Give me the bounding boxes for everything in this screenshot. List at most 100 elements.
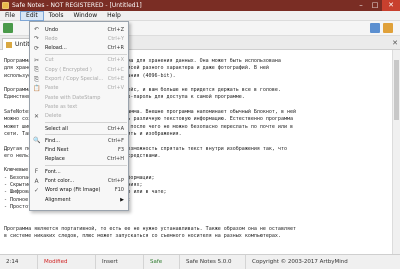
menu-help[interactable]: Help: [102, 11, 126, 21]
menu-item-shortcut: F10: [114, 187, 124, 194]
menu-item-shortcut: Ctrl+P: [107, 178, 124, 184]
menu-item-font-color[interactable]: A Font color... Ctrl+P: [30, 177, 128, 186]
font-color-icon: A: [34, 177, 39, 185]
menu-bar: File Edit Tools Window Help: [0, 10, 400, 21]
menu-item-find[interactable]: 🔍 Find... Ctrl+F: [30, 136, 128, 145]
menu-item-label: Export / Copy Special...: [45, 76, 104, 82]
settings-icon[interactable]: [383, 23, 393, 33]
editor-line: Программа является портативной, то есть …: [4, 225, 296, 232]
menu-item-label: Find Next: [45, 147, 69, 154]
menu-item-shortcut: F3: [117, 147, 124, 154]
minimize-button[interactable]: –: [354, 0, 368, 11]
vertical-scrollbar[interactable]: [392, 50, 400, 254]
delete-icon: ✕: [33, 112, 40, 120]
insert-mode: Insert: [96, 254, 144, 269]
alignment-icon: [33, 196, 40, 203]
close-tab-icon[interactable]: ✕: [391, 39, 399, 47]
menu-file[interactable]: File: [0, 11, 20, 21]
menu-item-shortcut: Ctrl+X: [107, 57, 124, 64]
undo-icon: ↶: [33, 26, 40, 33]
menu-item-shortcut: Ctrl+R: [107, 45, 124, 52]
menu-item-font[interactable]: F Font...: [30, 167, 128, 176]
find-next-icon: [33, 147, 40, 154]
select-all-icon: [33, 125, 40, 132]
new-note-icon[interactable]: [3, 23, 13, 33]
menu-window[interactable]: Window: [68, 11, 102, 21]
menu-item-find-next[interactable]: Find Next F3: [30, 146, 128, 155]
menu-item-undo[interactable]: ↶ Undo Ctrl+Z: [30, 25, 128, 34]
edit-menu-dropdown: ↶ Undo Ctrl+Z ↷ Redo Ctrl+Y ⟳ Reload... Ctrl+R ✂ C…: [29, 21, 129, 211]
menu-item-label: Copy ( Encrypted ): [45, 66, 92, 73]
menu-item-label: Select all: [45, 125, 68, 132]
find-icon: 🔍: [33, 137, 41, 145]
menu-tools[interactable]: Tools: [44, 11, 69, 21]
font-icon: F: [34, 168, 39, 176]
menu-item-shortcut: Ctrl+V: [107, 85, 124, 92]
menu-item-label: Paste with DateStamp: [45, 94, 101, 101]
menu-item-reload[interactable]: ⟳ Reload... Ctrl+R: [30, 44, 128, 53]
scroll-thumb[interactable]: [394, 60, 399, 120]
menu-item-shortcut: Ctrl+A: [107, 125, 124, 132]
replace-icon: [33, 156, 40, 163]
menu-item-paste[interactable]: 📋 Paste Ctrl+V: [30, 84, 128, 93]
menu-item-shortcut: Ctrl+Y: [107, 35, 124, 42]
paste-with-datestamp-icon: [33, 94, 40, 101]
menu-separator: [45, 122, 127, 123]
menu-item-replace[interactable]: Replace Ctrl+H: [30, 155, 128, 164]
word-wrap-fit-image-icon: ✓: [33, 186, 40, 194]
menu-item-label: Reload...: [45, 45, 67, 52]
menu-item-shortcut: Ctrl+F: [108, 137, 124, 144]
menu-item-redo[interactable]: ↷ Redo Ctrl+Y: [30, 34, 128, 43]
menu-item-label: Font...: [45, 168, 61, 175]
menu-separator: [45, 165, 127, 167]
cut-icon: ✂: [33, 56, 40, 64]
paste-icon: 📋: [33, 84, 41, 92]
menu-item-paste-as-text[interactable]: Paste as text: [30, 102, 128, 111]
submenu-arrow-icon: ▶: [120, 196, 124, 203]
menu-item-copy-encrypted[interactable]: ⎘ Copy ( Encrypted ) Ctrl+C: [30, 65, 128, 74]
modified-status: Modified: [38, 254, 96, 269]
menu-item-label: Alignment: [45, 196, 71, 203]
menu-item-delete[interactable]: ✕ Delete: [30, 112, 128, 121]
reload-icon: ⟳: [33, 44, 40, 52]
menu-item-label: Paste as text: [45, 103, 78, 110]
menu-item-label: Redo: [45, 35, 58, 42]
version-label: Safe Notes 5.0.0: [180, 254, 246, 269]
menu-item-cut[interactable]: ✂ Cut Ctrl+X: [30, 56, 128, 65]
menu-item-select-all[interactable]: Select all Ctrl+A: [30, 124, 128, 133]
menu-item-paste-with-datestamp[interactable]: Paste with DateStamp: [30, 93, 128, 102]
note-icon: [6, 41, 12, 48]
menu-item-label: Replace: [45, 156, 65, 163]
menu-item-label: Find...: [45, 137, 61, 144]
menu-edit[interactable]: Edit: [20, 10, 44, 21]
app-icon: [2, 2, 9, 9]
menu-item-export-copy-special[interactable]: ⎘ Export / Copy Special... Ctrl+E: [30, 75, 128, 84]
menu-item-alignment[interactable]: Alignment ▶: [30, 195, 128, 204]
window-controls: – □ ✕: [354, 0, 400, 11]
close-button[interactable]: ✕: [382, 0, 400, 11]
cursor-position: 2:14: [0, 254, 38, 269]
menu-item-label: Cut: [45, 57, 54, 64]
title-bar: Safe Notes - NOT REGISTERED - [Untitled1…: [0, 0, 400, 11]
menu-item-word-wrap-fit-image[interactable]: ✓ Word wrap (Fit Image) F10: [30, 186, 128, 195]
menu-item-shortcut: Ctrl+E: [107, 76, 124, 82]
menu-item-shortcut: Ctrl+C: [107, 66, 124, 73]
lock-icon[interactable]: [370, 23, 380, 33]
maximize-button[interactable]: □: [368, 0, 382, 11]
menu-item-label: Paste: [45, 85, 59, 92]
editor-line: в системе никаких следов, плюс может зап…: [4, 233, 281, 240]
redo-icon: ↷: [33, 35, 40, 43]
menu-separator: [45, 53, 127, 55]
window-title: Safe Notes - NOT REGISTERED - [Untitled1…: [12, 2, 142, 9]
menu-item-label: Delete: [45, 113, 62, 120]
menu-item-shortcut: Ctrl+H: [107, 156, 124, 163]
menu-separator: [45, 134, 127, 136]
tab-label: Untit: [15, 41, 30, 48]
menu-item-label: Undo: [45, 26, 59, 33]
export-copy-special-icon: ⎘: [34, 75, 39, 83]
copyright-label: Copyright © 2003-2017 ArtbyMind: [252, 258, 348, 265]
paste-as-text-icon: [33, 103, 40, 110]
safe-status: Safe: [144, 254, 180, 269]
